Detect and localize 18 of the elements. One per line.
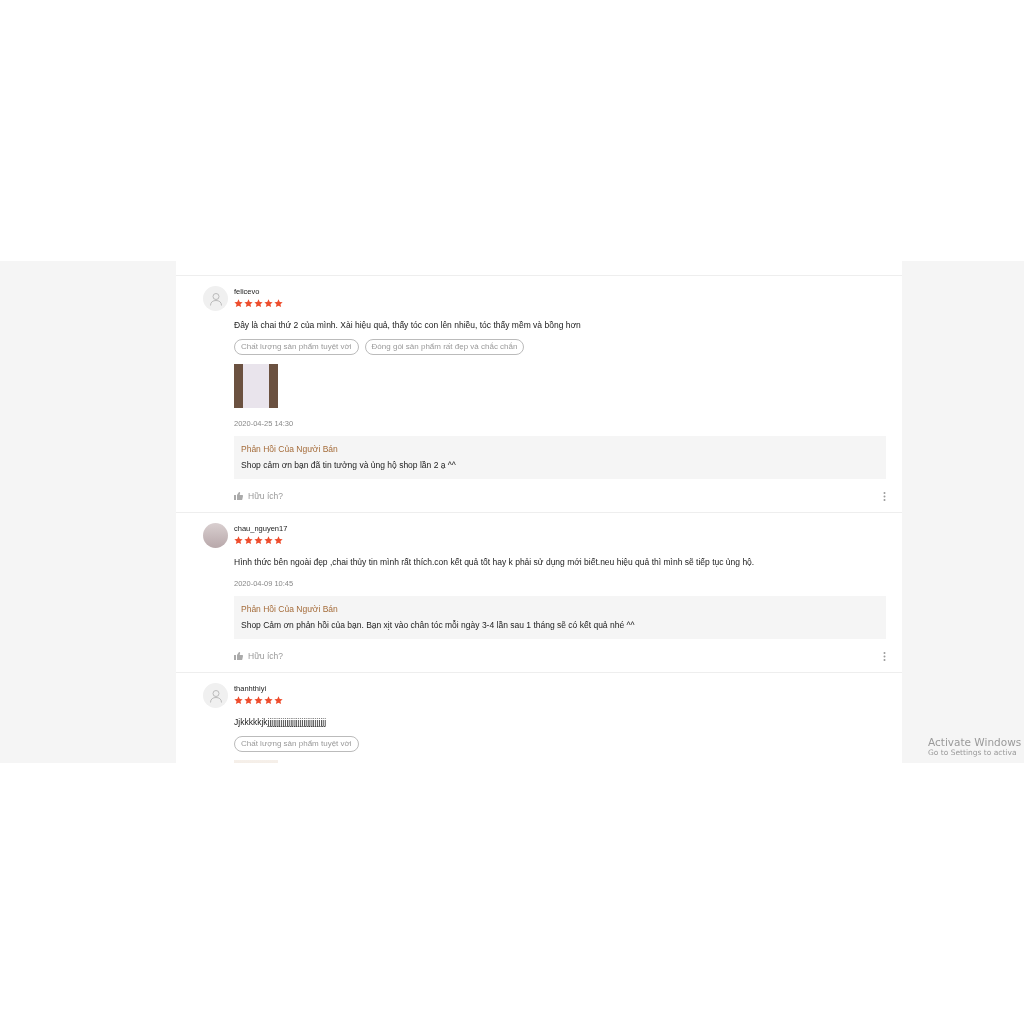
user-icon — [208, 688, 223, 703]
seller-reply-text: Shop Cảm ơn phản hồi của bạn. Bạn xịt vào chân tóc mỗi ngày 3-4 lần sau 1 tháng sẽ có kết quả nhé ^^ — [241, 619, 636, 631]
seller-reply-text: Shop cảm ơn bạn đã tin tưởng và ủng hộ shop lần 2 ạ ^^ — [241, 459, 457, 471]
review-comment: Jjkkkkkjkjjjjjjjjjjjjjjjjjjjjjjjjjjjjjjj — [234, 716, 328, 728]
helpful-label[interactable]: Hữu ích? — [248, 651, 283, 661]
activation-notice-title: Activate Windows — [928, 736, 1022, 748]
seller-reply-title: Phản Hồi Của Người Bán — [241, 603, 339, 615]
more-options-icon[interactable] — [883, 651, 886, 661]
helpful-label[interactable]: Hữu ích? — [248, 491, 283, 501]
avatar-photo-placeholder — [203, 523, 228, 548]
review-comment: Hình thức bên ngoài đẹp ,chai thủy tin mình rất thích.con kết quả tốt hay k phải sử dụng mới biết.neu hiệu quả thì mình sẽ tiếp tục ủng hộ. — [234, 556, 756, 568]
review-photo-placeholder[interactable] — [234, 364, 278, 408]
thumbs-up-icon[interactable] — [234, 652, 243, 660]
user-icon — [208, 291, 223, 306]
thumbs-up-icon[interactable] — [234, 492, 243, 500]
seller-reply-title: Phản Hồi Của Người Bán — [241, 443, 339, 455]
more-options-icon[interactable] — [883, 491, 886, 501]
review-comment: Đây là chai thứ 2 của mình. Xài hiệu quả, thấy tóc con lên nhiều, tóc thấy mềm và bồng hơn — [234, 319, 582, 331]
